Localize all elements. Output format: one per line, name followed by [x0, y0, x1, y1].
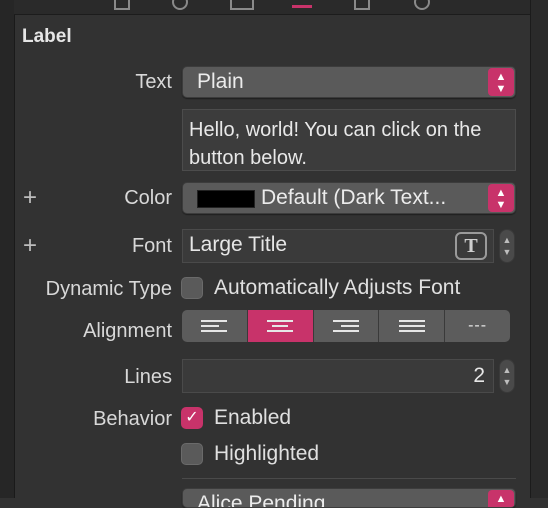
- chevron-updown-icon: ▲ ▼: [488, 68, 514, 96]
- size-inspector-icon[interactable]: [354, 0, 370, 10]
- highlighted-label: Highlighted: [214, 442, 320, 465]
- align-left-button[interactable]: [182, 310, 248, 342]
- highlighted-checkbox[interactable]: [181, 443, 203, 465]
- align-natural-icon: ---: [468, 317, 488, 334]
- align-center-icon: [267, 320, 294, 332]
- next-row-popup[interactable]: Alice Pending ▲: [182, 488, 516, 508]
- color-popup[interactable]: Default (Dark Text... ▲ ▼: [182, 182, 516, 214]
- attributes-inspector-icon[interactable]: [292, 0, 312, 8]
- alignment-segmented-control[interactable]: ---: [182, 310, 510, 342]
- identity-inspector-icon[interactable]: [230, 0, 254, 10]
- text-type-value: Plain: [197, 70, 244, 93]
- chevron-updown-icon: ▲ ▼: [488, 184, 514, 212]
- inspector-toolbar: [14, 0, 530, 15]
- text-type-popup[interactable]: Plain ▲ ▼: [182, 66, 516, 98]
- lines-stepper[interactable]: ▲ ▼: [499, 359, 515, 393]
- section-divider: [182, 478, 516, 479]
- font-field[interactable]: Large Title T: [182, 229, 494, 263]
- scrollbar-track[interactable]: [530, 0, 548, 498]
- help-inspector-icon[interactable]: [172, 0, 188, 10]
- color-label: Color: [124, 187, 172, 209]
- align-right-icon: [332, 320, 359, 332]
- connections-inspector-icon[interactable]: [414, 0, 430, 10]
- align-natural-button[interactable]: ---: [445, 310, 510, 342]
- behavior-label: Behavior: [93, 408, 172, 430]
- font-label: Font: [131, 235, 172, 257]
- adjusts-font-checkbox[interactable]: [181, 277, 203, 299]
- next-row-value: Alice Pending: [197, 492, 326, 508]
- file-inspector-icon[interactable]: [114, 0, 130, 10]
- text-label: Text: [135, 71, 172, 93]
- adjusts-font-label: Automatically Adjusts Font: [214, 276, 461, 299]
- align-justified-button[interactable]: [379, 310, 446, 342]
- align-justified-icon: [398, 320, 425, 332]
- font-picker-icon[interactable]: T: [455, 232, 487, 260]
- align-center-button[interactable]: [247, 310, 314, 342]
- color-swatch: [197, 190, 255, 208]
- lines-label: Lines: [124, 366, 172, 388]
- enabled-checkbox[interactable]: ✓: [181, 407, 203, 429]
- align-right-button[interactable]: [313, 310, 380, 342]
- lines-value: 2: [473, 364, 485, 387]
- color-value: Default (Dark Text...: [261, 186, 447, 209]
- chevron-updown-icon: ▲: [488, 490, 514, 507]
- section-title: Label: [22, 26, 72, 47]
- text-content-field[interactable]: Hello, world! You can click on the butto…: [182, 109, 516, 171]
- font-size-stepper[interactable]: ▲ ▼: [499, 229, 515, 263]
- lines-field[interactable]: 2: [182, 359, 494, 393]
- align-left-icon: [201, 320, 228, 332]
- dynamic-type-label: Dynamic Type: [45, 278, 172, 300]
- font-value: Large Title: [189, 233, 288, 256]
- enabled-label: Enabled: [214, 406, 292, 429]
- alignment-label: Alignment: [83, 320, 172, 342]
